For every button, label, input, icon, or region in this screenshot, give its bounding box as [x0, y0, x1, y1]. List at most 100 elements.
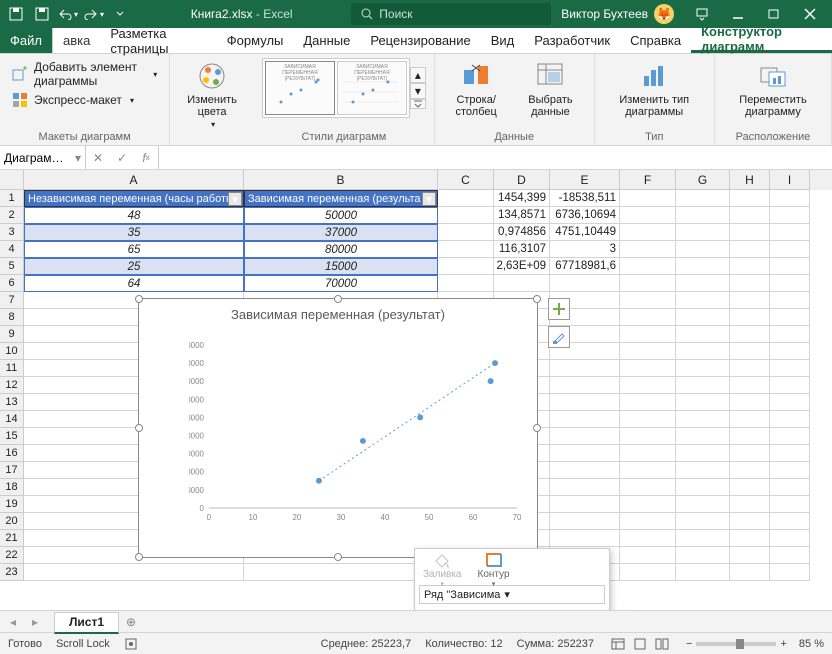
cell-C6[interactable] [438, 275, 494, 292]
col-header-D[interactable]: D [494, 170, 550, 190]
row-header-23[interactable]: 23 [0, 564, 24, 581]
row-header-7[interactable]: 7 [0, 292, 24, 309]
cell-I21[interactable] [770, 530, 810, 547]
row-header-19[interactable]: 19 [0, 496, 24, 513]
row-header-22[interactable]: 22 [0, 547, 24, 564]
formula-accept[interactable]: ✓ [110, 146, 134, 169]
cell-H6[interactable] [730, 275, 770, 292]
row-header-15[interactable]: 15 [0, 428, 24, 445]
cell-F10[interactable] [620, 343, 676, 360]
cell-B5[interactable]: 15000 [244, 258, 438, 275]
outline-button[interactable]: Контур▾ [474, 551, 514, 588]
cell-H20[interactable] [730, 513, 770, 530]
cell-G14[interactable] [676, 411, 730, 428]
cell-G12[interactable] [676, 377, 730, 394]
cell-H7[interactable] [730, 292, 770, 309]
chart-plot-area[interactable]: 0100002000030000400005000060000700008000… [189, 335, 527, 528]
cell-G10[interactable] [676, 343, 730, 360]
col-header-E[interactable]: E [550, 170, 620, 190]
cell-F1[interactable] [620, 190, 676, 207]
cell-H22[interactable] [730, 547, 770, 564]
cell-D4[interactable]: 116,3107 [494, 241, 550, 258]
cell-F8[interactable] [620, 309, 676, 326]
col-header-C[interactable]: C [438, 170, 494, 190]
cell-H15[interactable] [730, 428, 770, 445]
cell-F18[interactable] [620, 479, 676, 496]
search-box[interactable]: Поиск [351, 3, 551, 25]
cell-G21[interactable] [676, 530, 730, 547]
cell-I16[interactable] [770, 445, 810, 462]
cell-I13[interactable] [770, 394, 810, 411]
cell-I2[interactable] [770, 207, 810, 224]
tab-partial[interactable]: авка [52, 28, 100, 53]
cell-H21[interactable] [730, 530, 770, 547]
row-header-16[interactable]: 16 [0, 445, 24, 462]
cell-H23[interactable] [730, 564, 770, 581]
sheet-nav-prev[interactable]: ◂ [4, 613, 22, 631]
add-chart-element-button[interactable]: Добавить элемент диаграммы [8, 58, 161, 90]
cell-F2[interactable] [620, 207, 676, 224]
insert-function[interactable]: fx [134, 146, 158, 169]
cell-I9[interactable] [770, 326, 810, 343]
cell-F7[interactable] [620, 292, 676, 309]
cell-C5[interactable] [438, 258, 494, 275]
cell-I14[interactable] [770, 411, 810, 428]
cell-H2[interactable] [730, 207, 770, 224]
row-header-3[interactable]: 3 [0, 224, 24, 241]
chart-plus-button[interactable] [548, 298, 570, 320]
row-header-17[interactable]: 17 [0, 462, 24, 479]
cell-F4[interactable] [620, 241, 676, 258]
cell-C1[interactable] [438, 190, 494, 207]
col-header-G[interactable]: G [676, 170, 730, 190]
filter-icon[interactable]: ▾ [228, 192, 242, 206]
tab-developer[interactable]: Разработчик [524, 28, 620, 53]
cell-A1[interactable]: Независимая переменная (часы работы▾ [24, 190, 244, 207]
cell-G3[interactable] [676, 224, 730, 241]
cell-E11[interactable] [550, 360, 620, 377]
cell-E18[interactable] [550, 479, 620, 496]
chart-title[interactable]: Зависимая переменная (результат) [139, 299, 537, 326]
row-header-9[interactable]: 9 [0, 326, 24, 343]
row-header-14[interactable]: 14 [0, 411, 24, 428]
cell-I1[interactable] [770, 190, 810, 207]
cell-B6[interactable]: 70000 [244, 275, 438, 292]
view-normal[interactable] [608, 635, 628, 653]
cell-H14[interactable] [730, 411, 770, 428]
cell-E16[interactable] [550, 445, 620, 462]
cell-C4[interactable] [438, 241, 494, 258]
cell-C3[interactable] [438, 224, 494, 241]
cell-G16[interactable] [676, 445, 730, 462]
col-header-A[interactable]: A [24, 170, 244, 190]
tab-page-layout[interactable]: Разметка страницы [100, 28, 216, 53]
cell-I5[interactable] [770, 258, 810, 275]
cell-A3[interactable]: 35 [24, 224, 244, 241]
cell-H19[interactable] [730, 496, 770, 513]
cell-G5[interactable] [676, 258, 730, 275]
cell-I17[interactable] [770, 462, 810, 479]
cell-A23[interactable] [24, 564, 244, 581]
cell-I10[interactable] [770, 343, 810, 360]
cell-F13[interactable] [620, 394, 676, 411]
cell-G2[interactable] [676, 207, 730, 224]
col-header-B[interactable]: B [244, 170, 438, 190]
cell-G23[interactable] [676, 564, 730, 581]
cell-F14[interactable] [620, 411, 676, 428]
undo-button[interactable] [56, 3, 80, 25]
cell-D5[interactable]: 2,63E+09 [494, 258, 550, 275]
change-chart-type-button[interactable]: Изменить тип диаграммы [603, 58, 706, 120]
sheet-tab-1[interactable]: Лист1 [54, 612, 119, 634]
cell-G13[interactable] [676, 394, 730, 411]
style-scroll-up[interactable]: ▴ [410, 67, 426, 83]
tab-formulas[interactable]: Формулы [217, 28, 294, 53]
cell-A4[interactable]: 65 [24, 241, 244, 258]
style-scroll-down[interactable]: ▾ [410, 83, 426, 99]
cell-F17[interactable] [620, 462, 676, 479]
cell-F15[interactable] [620, 428, 676, 445]
cell-H16[interactable] [730, 445, 770, 462]
cell-E5[interactable]: 67718981,6 [550, 258, 620, 275]
cell-G7[interactable] [676, 292, 730, 309]
cell-F6[interactable] [620, 275, 676, 292]
cell-G15[interactable] [676, 428, 730, 445]
move-chart-button[interactable]: Переместить диаграмму [723, 58, 823, 120]
col-header-H[interactable]: H [730, 170, 770, 190]
